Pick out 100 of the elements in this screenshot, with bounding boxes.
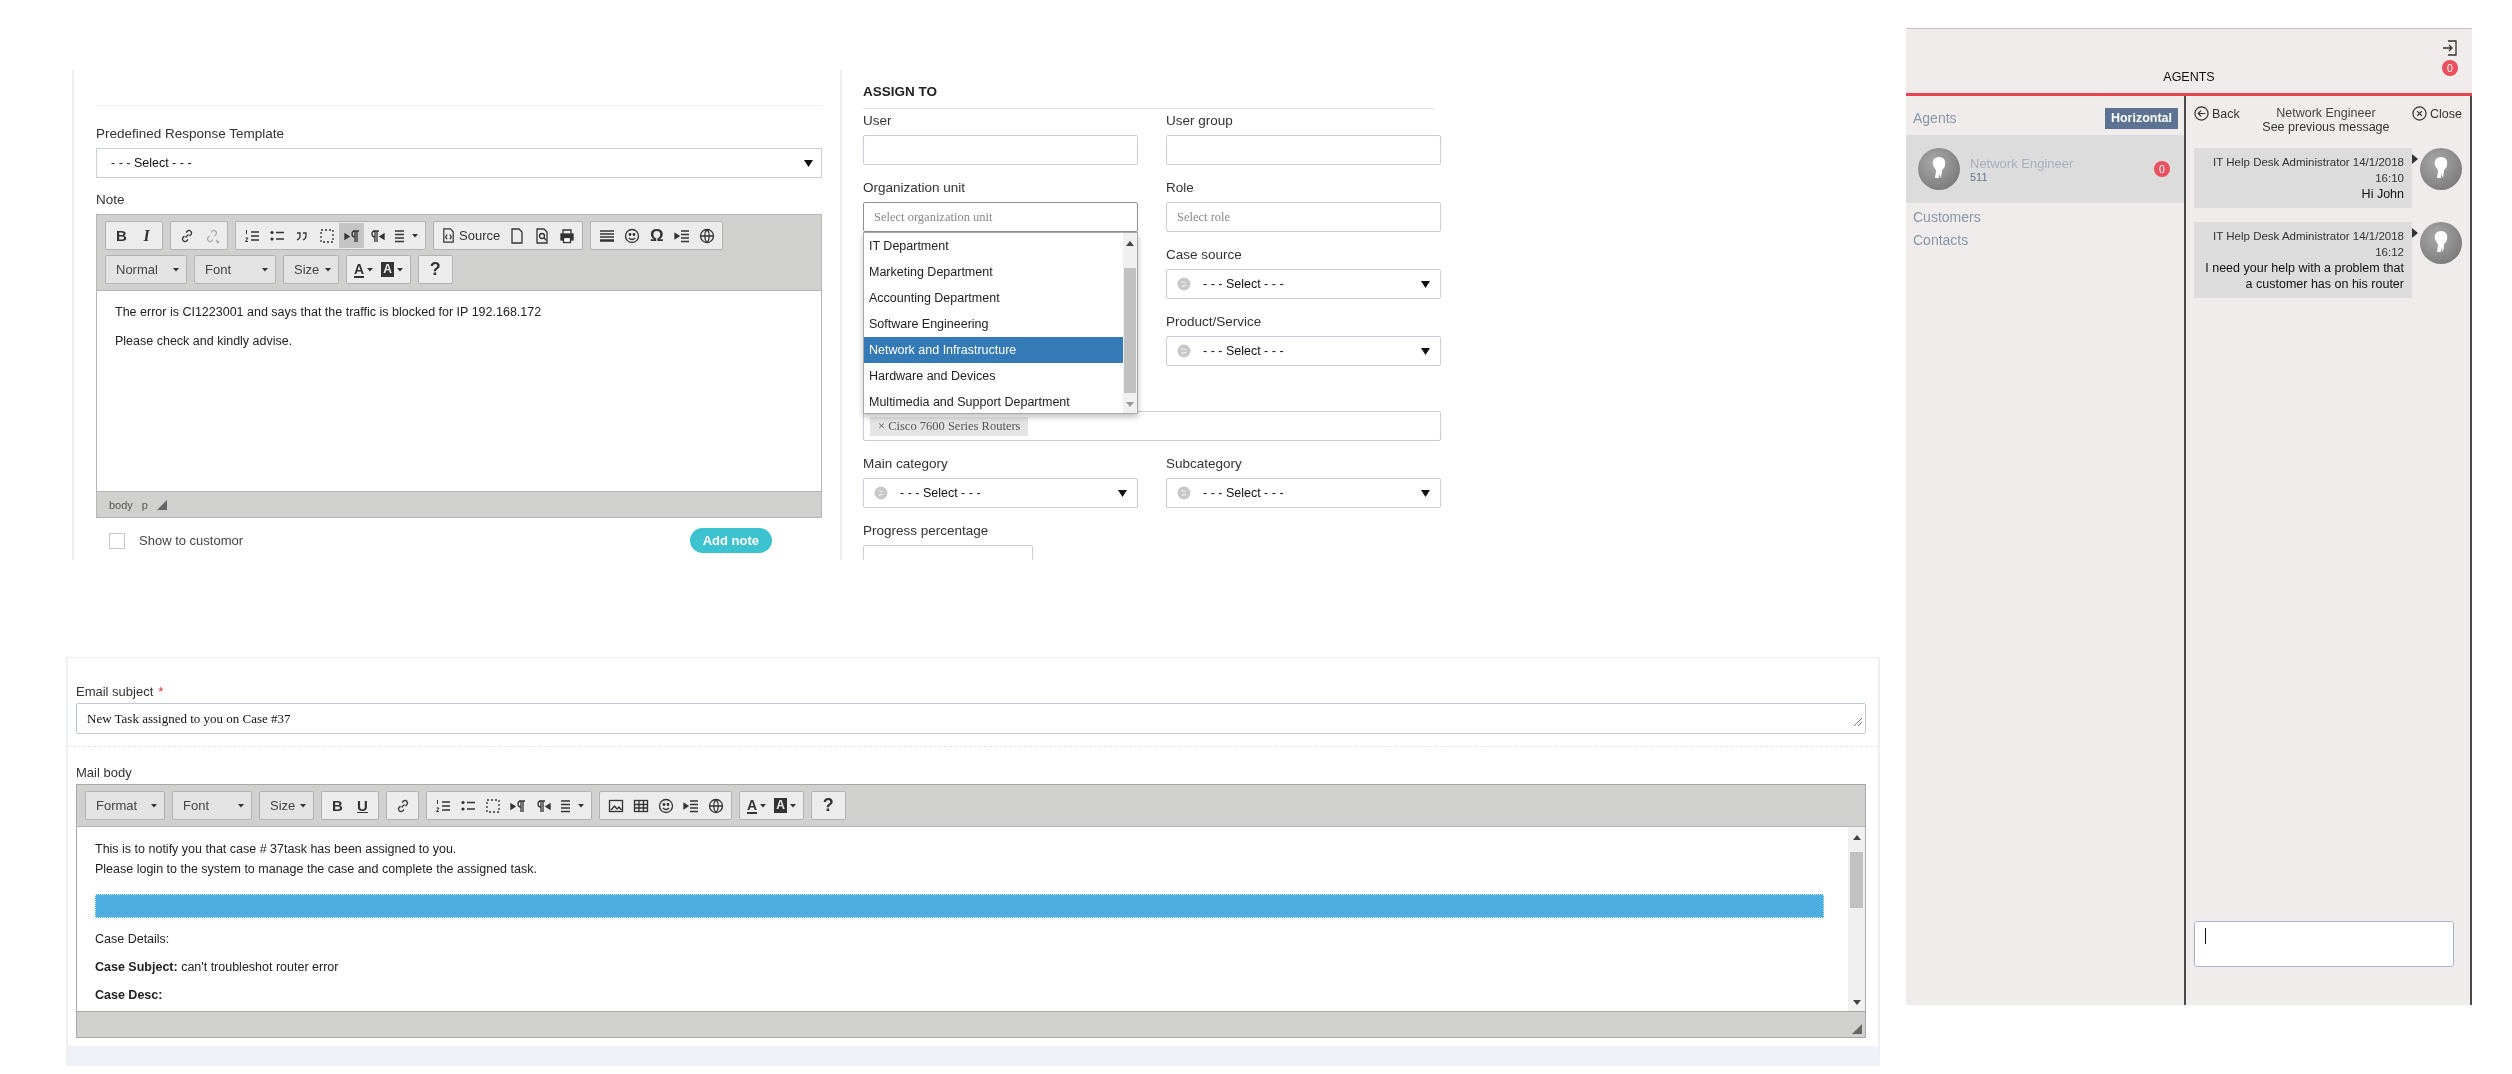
field-label: Mail body <box>76 765 133 780</box>
bold-button[interactable]: B <box>325 793 350 818</box>
close-icon <box>2412 106 2427 121</box>
format-dropdown[interactable]: Size <box>259 791 314 820</box>
select-field[interactable]: - - - Select - - - <box>1166 269 1441 299</box>
field-label: Email subject <box>76 684 154 699</box>
help-button[interactable]: ? <box>814 793 842 818</box>
tags-field[interactable]: × Cisco 7600 Series Routers <box>863 411 1441 441</box>
source-button[interactable]: Source <box>437 223 505 248</box>
ltr-icon <box>343 227 360 244</box>
format-dropdown[interactable]: Normal <box>105 255 187 284</box>
caret-icon <box>173 267 179 272</box>
field-label: Product/Service <box>1166 314 1263 330</box>
resize-grip-icon[interactable] <box>1852 1024 1862 1034</box>
message-text: I need your help with a problem that a customer has on his router <box>2204 260 2404 292</box>
background-color-button[interactable]: A <box>770 793 800 818</box>
preview-icon <box>533 227 550 244</box>
back-icon <box>2194 106 2209 121</box>
caret-icon <box>325 267 331 272</box>
scroll-thumb[interactable] <box>1124 268 1136 393</box>
resize-grip-icon[interactable] <box>1853 717 1863 727</box>
message-input[interactable] <box>2194 921 2454 967</box>
help-button[interactable]: ? <box>421 257 449 282</box>
format-dropdown[interactable]: Format <box>85 791 165 820</box>
dropdown-arrow-icon[interactable] <box>1421 280 1430 288</box>
subject-field[interactable]: New Task assigned to you on Case #37 <box>76 703 1866 734</box>
checkbox-label: Show to customor <box>139 533 244 548</box>
dropdown-option[interactable]: Accounting Department <box>864 285 1123 311</box>
previous-message-link[interactable]: See previous message <box>2262 120 2390 134</box>
print-icon <box>558 227 575 244</box>
rich-text-editor[interactable]: B I Source Ω Normal Font Size A A ? The error is CI1223001 and says that the traffic is blocked for IP 192.168.172 Please check and kindly advise. body p <box>96 214 822 518</box>
scroll-thumb[interactable] <box>1850 852 1863 908</box>
text-color-button[interactable]: A <box>743 793 771 818</box>
globe-icon <box>698 227 715 244</box>
caret-icon <box>760 803 767 808</box>
dropdown-arrow-icon[interactable] <box>1118 489 1127 497</box>
special-character-button[interactable]: Ω <box>644 223 670 248</box>
scroll-up-icon[interactable] <box>1852 835 1861 840</box>
dropdown-menu[interactable]: IT Department Marketing Department Accounting Department Software Engineering Network and Infrastructure Hardware and Devices Multimedia and Support Department <box>863 232 1138 414</box>
caret-icon <box>789 803 796 808</box>
tag[interactable]: × Cisco 7600 Series Routers <box>870 416 1029 436</box>
layout-toggle-button[interactable]: Horizontal <box>2104 107 2178 129</box>
select-field[interactable]: - - - Select - - - <box>1166 478 1441 508</box>
checkbox[interactable] <box>109 532 125 549</box>
template-dropdown[interactable]: - - - Select - - - <box>96 148 822 178</box>
section-title: ASSIGN TO <box>863 84 1435 109</box>
italic-button[interactable]: I <box>134 223 159 248</box>
div-icon <box>318 227 335 244</box>
login-icon[interactable] <box>2442 39 2458 57</box>
source-icon <box>441 228 456 243</box>
format-dropdown[interactable]: Font <box>194 255 276 284</box>
unread-badge: 0 <box>2154 161 2170 177</box>
email-text: Please login to the system to manage the case and complete the assigned task. <box>95 861 538 878</box>
select-field[interactable]: Select role <box>1166 202 1441 232</box>
caret-icon <box>412 233 418 238</box>
select-field[interactable]: - - - Select - - - <box>1166 336 1441 366</box>
editor-text: Please check and kindly advise. <box>115 334 294 348</box>
dropdown-option[interactable]: Network and Infrastructure <box>864 337 1123 363</box>
dropdown-arrow-icon[interactable] <box>1421 347 1430 355</box>
dropdown-option[interactable]: IT Department <box>864 233 1123 259</box>
field-label: Organization unit <box>863 180 967 196</box>
bold-button[interactable]: B <box>109 223 134 248</box>
dropdown-option[interactable]: Marketing Department <box>864 259 1123 285</box>
scroll-down-icon[interactable] <box>1852 1000 1861 1005</box>
scroll-up-icon[interactable] <box>1126 241 1134 246</box>
element-path-link[interactable]: p <box>141 498 148 511</box>
input-field[interactable] <box>863 135 1138 165</box>
back-button[interactable]: Back <box>2194 106 2240 121</box>
field-label: Main category <box>863 456 949 472</box>
numbered-list-icon <box>434 797 451 814</box>
scrollbar[interactable] <box>1123 233 1137 413</box>
caret-icon <box>300 803 306 808</box>
background-color-button[interactable]: A <box>377 257 407 282</box>
dropdown-arrow-icon[interactable] <box>804 159 813 167</box>
text-color-button[interactable]: A <box>350 257 378 282</box>
ltr-button[interactable] <box>339 223 364 248</box>
field-label: Role <box>1166 180 1195 196</box>
div-icon <box>484 797 501 814</box>
resize-grip-icon[interactable] <box>157 499 167 510</box>
input-field[interactable] <box>1166 135 1441 165</box>
avatar-icon <box>2420 148 2462 190</box>
scrollbar[interactable] <box>1848 827 1865 1011</box>
format-dropdown[interactable]: Font <box>172 791 252 820</box>
dropdown-option[interactable]: Software Engineering <box>864 311 1123 337</box>
editor-text: The error is CI1223001 and says that the traffic is blocked for IP 192.168.172 <box>115 305 543 319</box>
dropdown-option[interactable]: Hardware and Devices <box>864 363 1123 389</box>
field-label: Progress percentage <box>863 523 990 539</box>
smiley-icon <box>657 797 674 814</box>
underline-button[interactable]: U <box>350 793 375 818</box>
format-dropdown[interactable]: Size <box>283 255 339 284</box>
select-field[interactable]: - - - Select - - - <box>863 478 1138 508</box>
element-path-link[interactable]: body <box>109 498 133 511</box>
caret-icon <box>367 267 374 272</box>
select-field[interactable]: Select organization unit <box>863 202 1138 232</box>
caret-icon <box>262 267 268 272</box>
dropdown-arrow-icon[interactable] <box>1421 489 1430 497</box>
avatar-icon <box>2420 222 2462 264</box>
rtl-icon <box>534 797 551 814</box>
close-button[interactable]: Close <box>2412 106 2462 121</box>
horizontal-line-icon <box>598 227 615 244</box>
